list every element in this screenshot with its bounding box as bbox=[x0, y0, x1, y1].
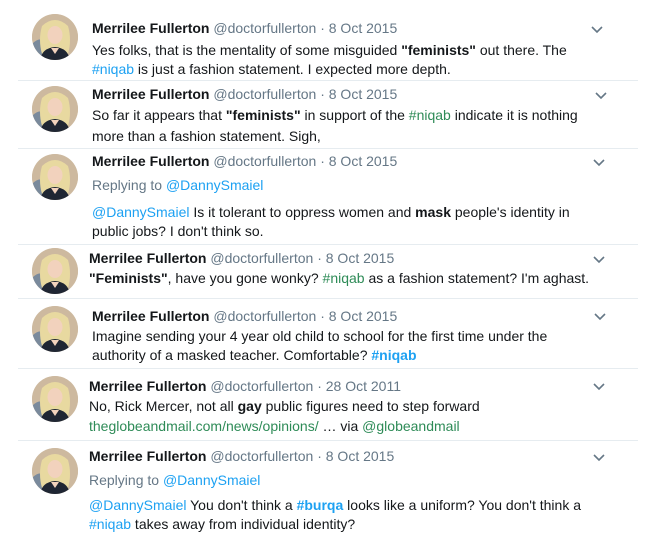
tweet-header: Merrilee Fullerton @doctorfullerton · 8 … bbox=[89, 250, 394, 267]
author-handle[interactable]: @doctorfullerton bbox=[210, 378, 313, 394]
author-handle[interactable]: @doctorfullerton bbox=[213, 153, 316, 169]
hashtag-link[interactable]: #niqab bbox=[409, 107, 451, 123]
chevron-down-icon[interactable] bbox=[592, 254, 606, 264]
tweet-text-line: "Feminists", have you gone wonky? #niqab… bbox=[89, 270, 590, 286]
chevron-down-icon[interactable] bbox=[592, 452, 606, 462]
tweet-text-line: @DannySmaiel You don't think a #burqa lo… bbox=[89, 497, 581, 513]
tweet-date[interactable]: 28 Oct 2011 bbox=[326, 378, 401, 394]
keyword-highlight: "feminists" bbox=[225, 107, 301, 123]
hashtag-link[interactable]: #niqab bbox=[89, 516, 131, 532]
replying-to: Replying to @DannySmaiel bbox=[89, 472, 261, 488]
tweet-header: Merrilee Fullerton @doctorfullerton · 8 … bbox=[92, 153, 397, 170]
divider bbox=[18, 298, 638, 299]
avatar[interactable] bbox=[32, 154, 78, 200]
replying-to: Replying to @DannySmaiel bbox=[92, 177, 264, 193]
reply-user-link[interactable]: @DannySmaiel bbox=[166, 177, 263, 193]
author-handle[interactable]: @doctorfullerton bbox=[213, 86, 316, 102]
divider bbox=[18, 244, 638, 245]
tweet-text-line: public jobs? I don't think so. bbox=[92, 223, 264, 239]
avatar[interactable] bbox=[32, 306, 78, 352]
tweet-text-line: Yes folks, that is the mentality of some… bbox=[92, 42, 567, 58]
tweet-text-line: So far it appears that "feminists" in su… bbox=[92, 107, 578, 123]
tweet-header: Merrilee Fullerton @doctorfullerton · 8 … bbox=[92, 86, 397, 103]
mention-link[interactable]: @globeandmail bbox=[362, 418, 460, 434]
author-handle[interactable]: @doctorfullerton bbox=[210, 448, 313, 464]
tweet-text-line: #niqab takes away from individual identi… bbox=[89, 516, 356, 532]
author-name[interactable]: Merrilee Fullerton bbox=[92, 86, 209, 102]
hashtag-link[interactable]: #niqab bbox=[92, 61, 134, 77]
chevron-down-icon[interactable] bbox=[594, 90, 608, 100]
dot-separator: · bbox=[320, 20, 325, 36]
tweet-date[interactable]: 8 Oct 2015 bbox=[326, 250, 395, 266]
author-handle[interactable]: @doctorfullerton bbox=[213, 308, 316, 324]
reply-user-link[interactable]: @DannySmaiel bbox=[163, 472, 260, 488]
tweet-header: Merrilee Fullerton @doctorfullerton · 8 … bbox=[92, 20, 397, 37]
chevron-down-icon[interactable] bbox=[593, 311, 607, 321]
avatar[interactable] bbox=[32, 14, 78, 60]
mention-link[interactable]: @DannySmaiel bbox=[89, 497, 186, 513]
tweet-text-line: #niqab is just a fashion statement. I ex… bbox=[92, 61, 451, 77]
author-name[interactable]: Merrilee Fullerton bbox=[89, 378, 206, 394]
author-name[interactable]: Merrilee Fullerton bbox=[89, 250, 206, 266]
dot-separator: · bbox=[317, 448, 322, 464]
tweet-feed: Merrilee Fullerton @doctorfullerton · 8 … bbox=[0, 0, 646, 549]
tweet-date[interactable]: 8 Oct 2015 bbox=[329, 308, 398, 324]
divider bbox=[18, 80, 638, 81]
avatar[interactable] bbox=[32, 86, 78, 132]
dot-separator: · bbox=[320, 153, 325, 169]
tweet-text-line: @DannySmaiel Is it tolerant to oppress w… bbox=[92, 204, 570, 220]
hashtag-link[interactable]: #niqab bbox=[323, 270, 365, 286]
keyword-highlight: "feminists" bbox=[401, 42, 476, 58]
author-name[interactable]: Merrilee Fullerton bbox=[92, 20, 209, 36]
tweet-text-line: theglobeandmail.com/news/opinions/ … via… bbox=[89, 418, 460, 434]
keyword-highlight: mask bbox=[415, 204, 451, 220]
chevron-down-icon[interactable] bbox=[592, 381, 606, 391]
avatar[interactable] bbox=[32, 448, 78, 494]
keyword-highlight: "Feminists" bbox=[89, 270, 168, 286]
tweet-date[interactable]: 8 Oct 2015 bbox=[329, 153, 398, 169]
divider bbox=[18, 148, 638, 149]
tweet-header: Merrilee Fullerton @doctorfullerton · 8 … bbox=[89, 448, 394, 465]
tweet-date[interactable]: 8 Oct 2015 bbox=[326, 448, 395, 464]
tweet-date[interactable]: 8 Oct 2015 bbox=[329, 86, 398, 102]
author-name[interactable]: Merrilee Fullerton bbox=[89, 448, 206, 464]
divider bbox=[18, 368, 638, 369]
dot-separator: · bbox=[320, 308, 325, 324]
avatar[interactable] bbox=[32, 376, 78, 422]
author-name[interactable]: Merrilee Fullerton bbox=[92, 153, 209, 169]
dot-separator: · bbox=[317, 250, 322, 266]
tweet-text-line: authority of a masked teacher. Comfortab… bbox=[92, 347, 417, 363]
tweet-header: Merrilee Fullerton @doctorfullerton · 8 … bbox=[92, 308, 397, 325]
avatar[interactable] bbox=[32, 248, 78, 294]
hashtag-link[interactable]: #niqab bbox=[371, 347, 416, 363]
article-link[interactable]: theglobeandmail.com/news/opinions/ bbox=[89, 418, 319, 434]
tweet-date[interactable]: 8 Oct 2015 bbox=[329, 20, 398, 36]
chevron-down-icon[interactable] bbox=[592, 157, 606, 167]
author-handle[interactable]: @doctorfullerton bbox=[213, 20, 316, 36]
chevron-down-icon[interactable] bbox=[590, 24, 604, 34]
hashtag-link[interactable]: #burqa bbox=[297, 497, 344, 513]
dot-separator: · bbox=[320, 86, 325, 102]
tweet-text-line: Imagine sending your 4 year old child to… bbox=[92, 328, 548, 344]
tweet-header: Merrilee Fullerton @doctorfullerton · 28… bbox=[89, 378, 401, 395]
tweet-text-line: more than a fashion statement. Sigh, bbox=[92, 128, 321, 144]
author-name[interactable]: Merrilee Fullerton bbox=[92, 308, 209, 324]
keyword-highlight: gay bbox=[237, 398, 262, 414]
tweet-text-line: No, Rick Mercer, not all gay public figu… bbox=[89, 398, 480, 414]
mention-link[interactable]: @DannySmaiel bbox=[92, 204, 189, 220]
author-handle[interactable]: @doctorfullerton bbox=[210, 250, 313, 266]
divider bbox=[18, 440, 638, 441]
dot-separator: · bbox=[317, 378, 322, 394]
